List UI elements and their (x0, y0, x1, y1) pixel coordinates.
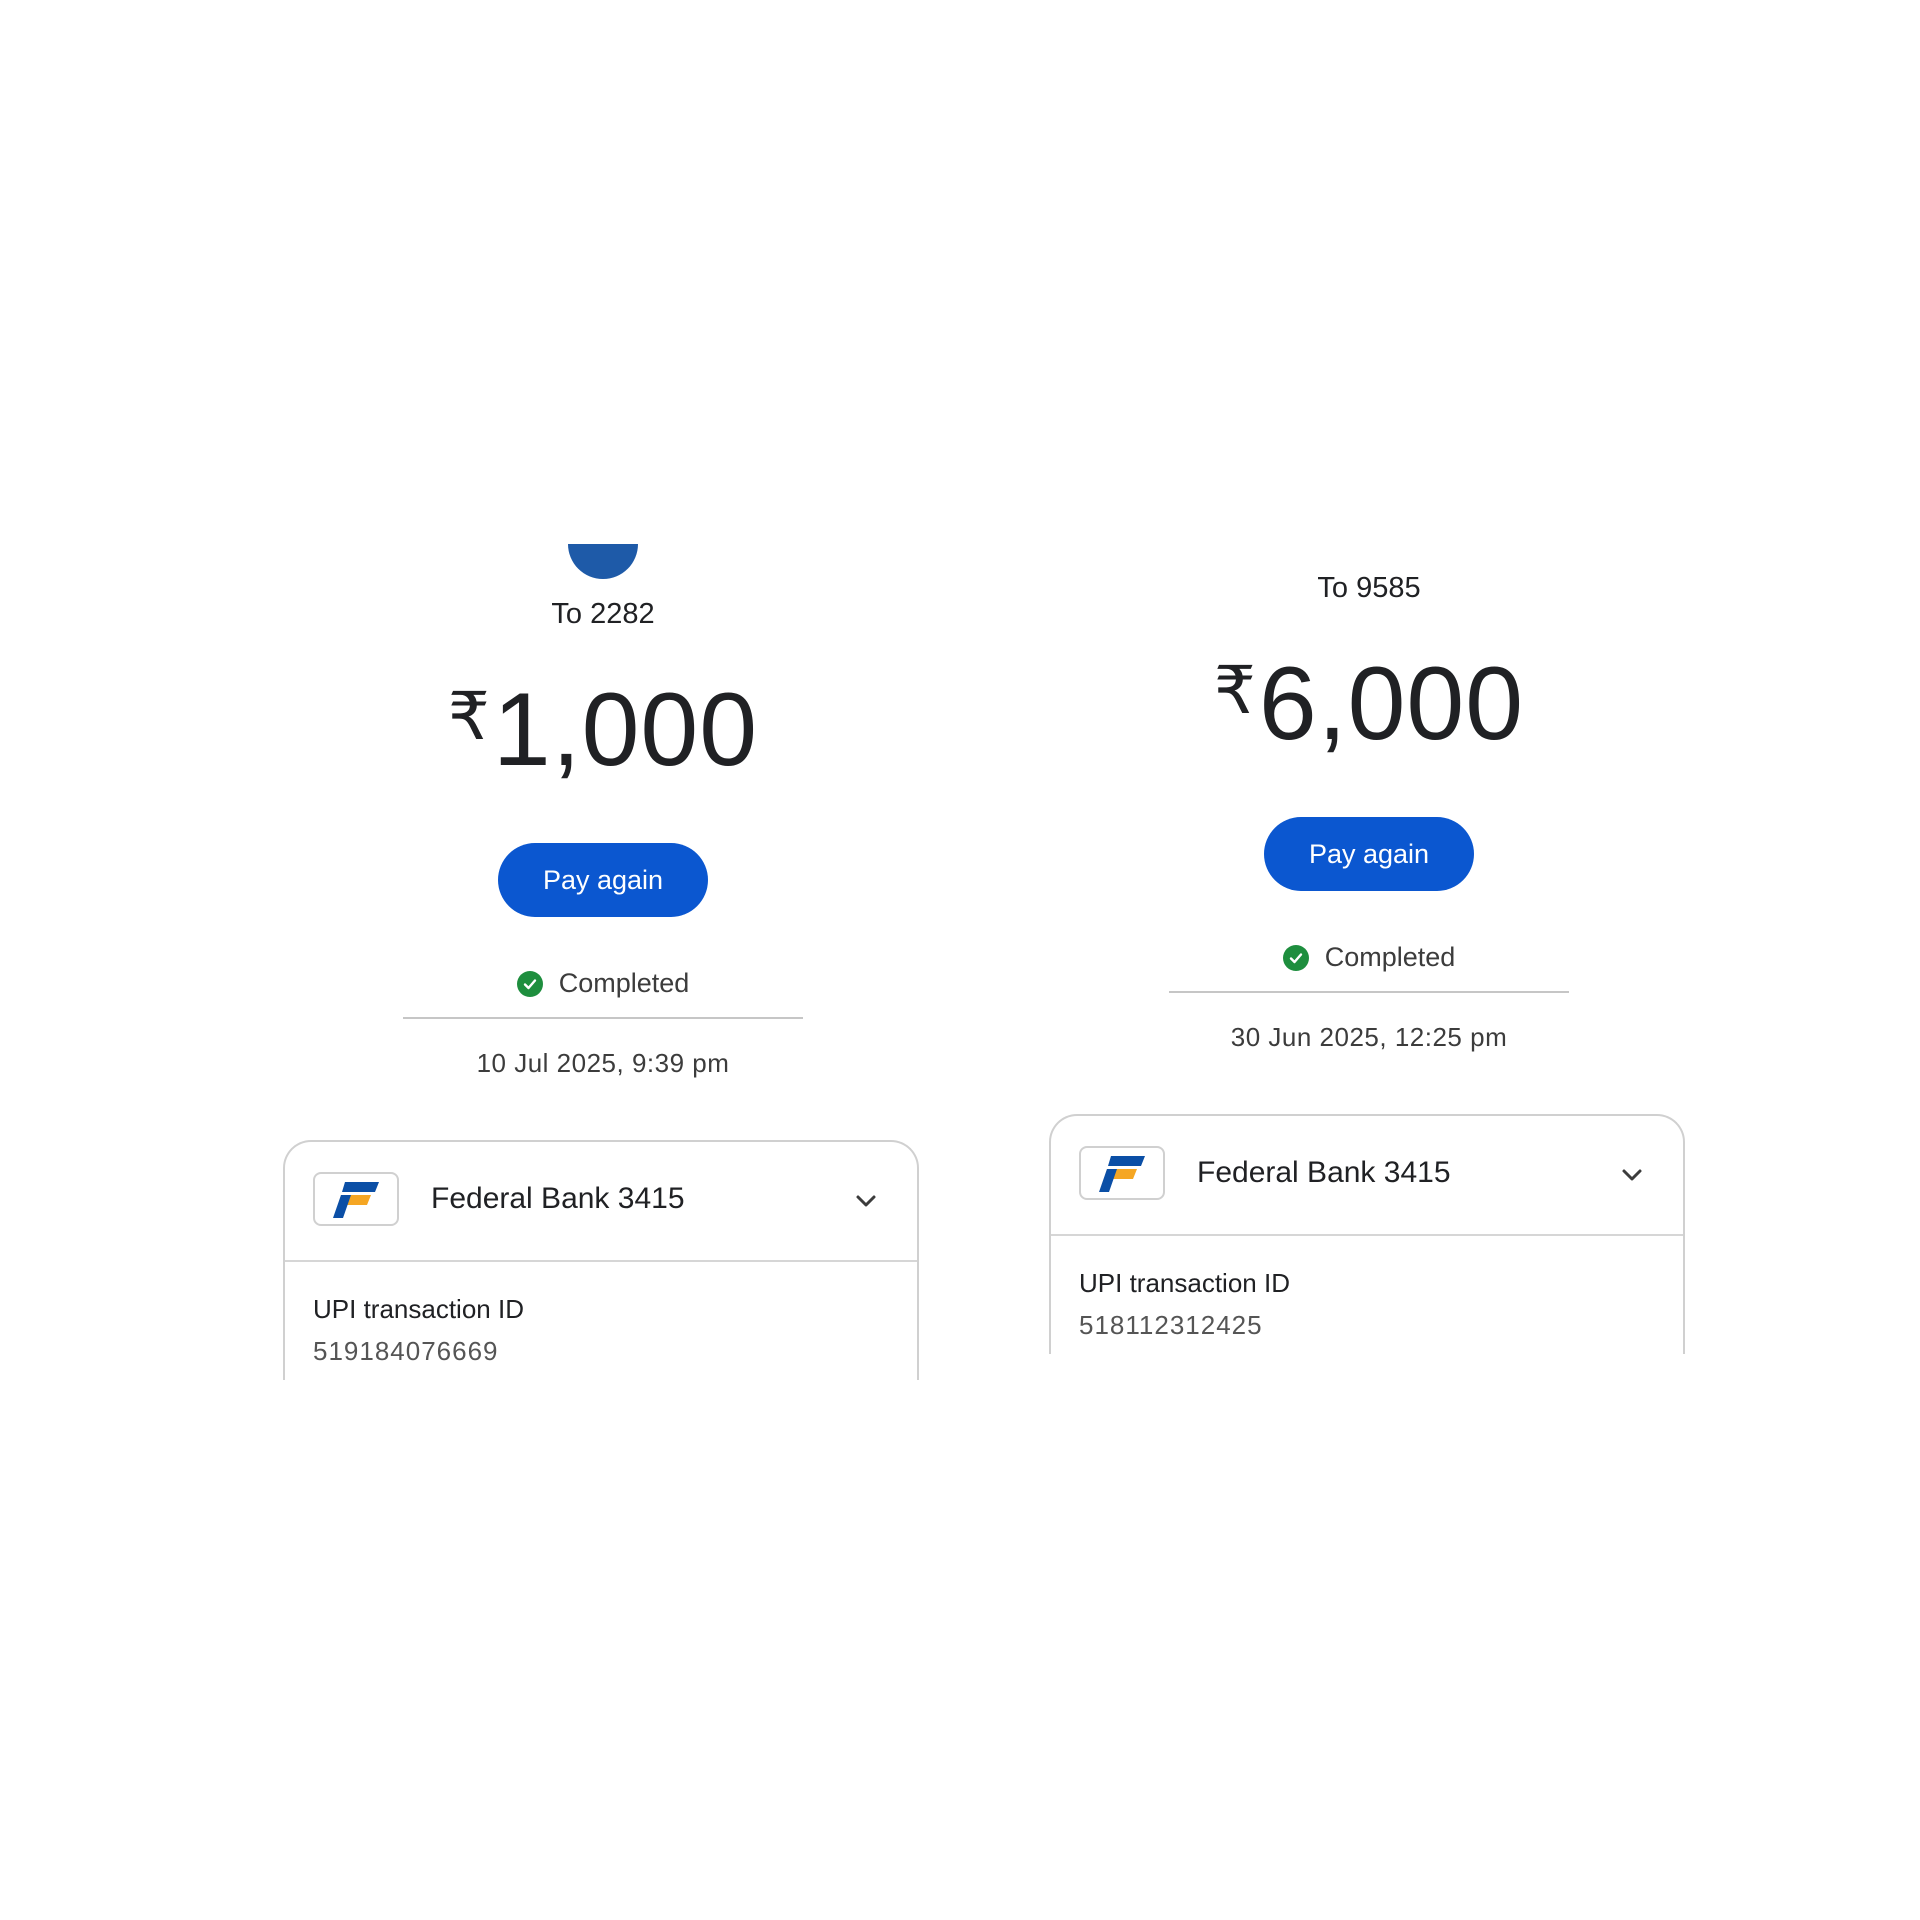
bank-account-row[interactable]: Federal Bank 3415 (285, 1142, 917, 1262)
status-row: Completed (1049, 942, 1689, 973)
upi-transaction-label: UPI transaction ID (313, 1294, 524, 1324)
amount-value: 6,000 (1258, 646, 1525, 762)
recipient-label: To 9585 (1317, 572, 1421, 604)
federal-bank-logo-icon (1079, 1146, 1165, 1200)
transaction-panel-right: To 9585 ₹6,000 Pay again Completed 30 Ju… (1049, 0, 1689, 1920)
chevron-down-icon[interactable] (851, 1186, 881, 1216)
check-circle-icon (1282, 944, 1309, 971)
upi-transaction-label: UPI transaction ID (1079, 1268, 1290, 1298)
avatar (568, 544, 638, 579)
status-text: Completed (1324, 942, 1456, 972)
pay-again-button[interactable]: Pay again (1264, 817, 1474, 891)
payment-details-card: Federal Bank 3415 UPI transaction ID 518… (1049, 1114, 1685, 1354)
status-text: Completed (558, 968, 690, 998)
currency-symbol: ₹ (1213, 653, 1257, 727)
federal-bank-logo-icon (313, 1172, 399, 1226)
transaction-datetime: 30 Jun 2025, 12:25 pm (1230, 1022, 1508, 1052)
bank-name: Federal Bank 3415 (431, 1182, 685, 1215)
divider (403, 1017, 803, 1019)
status-row: Completed (283, 968, 923, 999)
payment-details-card: Federal Bank 3415 UPI transaction ID 519… (283, 1140, 919, 1380)
amount-display: ₹1,000 (283, 678, 923, 782)
pay-again-button[interactable]: Pay again (498, 843, 708, 917)
divider (1169, 991, 1569, 993)
transaction-panel-left: To 2282 ₹1,000 Pay again Completed 10 Ju… (283, 0, 923, 1920)
transaction-datetime: 10 Jul 2025, 9:39 pm (476, 1048, 730, 1078)
chevron-down-icon[interactable] (1617, 1160, 1647, 1190)
upi-transaction-id: 519184076669 (313, 1336, 499, 1366)
amount-display: ₹6,000 (1049, 652, 1689, 756)
upi-transaction-id: 518112312425 (1079, 1310, 1263, 1340)
currency-symbol: ₹ (447, 679, 491, 753)
check-circle-icon (516, 970, 543, 997)
bank-account-row[interactable]: Federal Bank 3415 (1051, 1116, 1683, 1236)
amount-value: 1,000 (492, 672, 759, 788)
bank-name: Federal Bank 3415 (1197, 1156, 1451, 1189)
recipient-label: To 2282 (551, 598, 655, 630)
